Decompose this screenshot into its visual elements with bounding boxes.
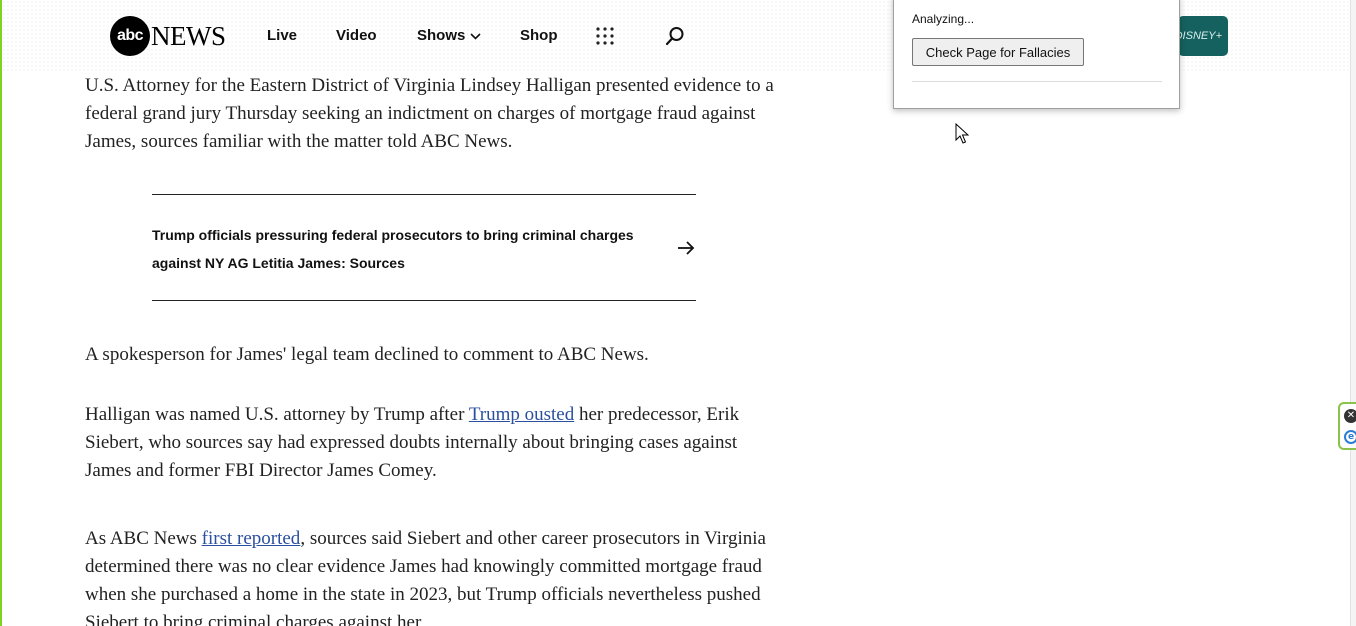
abc-news-logo[interactable]: abc NEWS	[110, 15, 226, 57]
popup-status-text: Analyzing...	[912, 12, 975, 26]
disney-plus-button[interactable]: DISNEY+	[1178, 16, 1228, 56]
paragraph-4-text-a: As ABC News	[85, 528, 202, 549]
nav-live[interactable]: Live	[267, 26, 297, 46]
grid-icon[interactable]	[595, 26, 615, 46]
chevron-down-icon	[470, 32, 481, 40]
fallacy-extension-popup: Analyzing... Check Page for Fallacies	[893, 0, 1180, 109]
related-story-card[interactable]: Trump officials pressuring federal prose…	[152, 194, 696, 301]
related-story-title[interactable]: Trump officials pressuring federal prose…	[152, 221, 652, 277]
nav-shows-label: Shows	[417, 27, 466, 44]
nav-video[interactable]: Video	[336, 26, 377, 46]
first-reported-link[interactable]: first reported	[202, 528, 301, 549]
trump-ousted-link[interactable]: Trump ousted	[469, 404, 574, 425]
search-icon[interactable]	[665, 26, 685, 46]
news-wordmark: NEWS	[151, 20, 226, 51]
arrow-right-icon[interactable]	[676, 238, 696, 258]
window-left-border	[0, 0, 2, 626]
mouse-cursor-icon	[955, 123, 969, 144]
article-paragraph-1: U.S. Attorney for the Eastern District o…	[85, 75, 774, 152]
nav-shows[interactable]: Shows	[417, 26, 481, 46]
check-fallacies-button[interactable]: Check Page for Fallacies	[912, 38, 1084, 66]
extension-icon[interactable]: e	[1344, 430, 1356, 444]
article-paragraph-3: Halligan was named U.S. attorney by Trum…	[85, 401, 775, 485]
nav-shop[interactable]: Shop	[520, 26, 558, 46]
close-icon[interactable]: ✕	[1344, 409, 1356, 423]
popup-divider	[912, 81, 1162, 82]
article-paragraph-4: As ABC News first reported, sources said…	[85, 525, 775, 626]
extension-side-widget[interactable]: ✕ e	[1338, 402, 1356, 450]
abc-logo-mark: abc	[110, 16, 150, 56]
page-scrollbar[interactable]	[1350, 0, 1356, 626]
paragraph-3-text-a: Halligan was named U.S. attorney by Trum…	[85, 404, 469, 425]
article-paragraph-2: A spokesperson for James' legal team dec…	[85, 344, 649, 365]
